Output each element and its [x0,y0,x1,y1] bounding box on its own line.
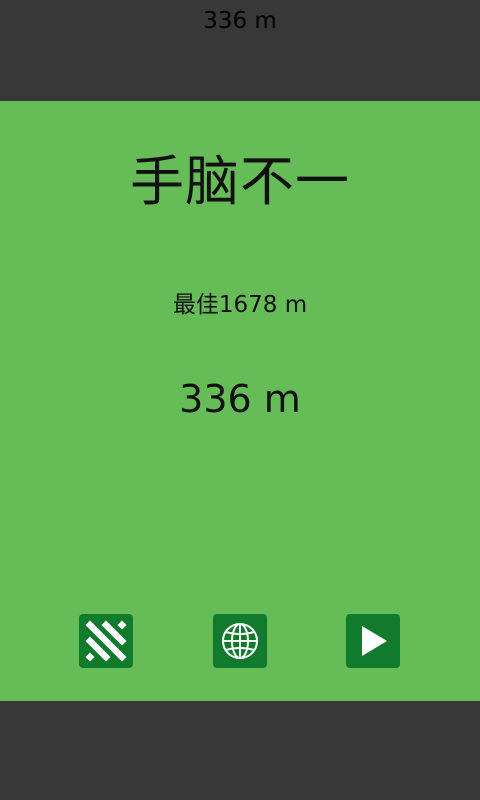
checker-diamond [85,652,95,662]
globe-icon [222,623,258,659]
play-button[interactable] [346,614,400,668]
checker-diamond [117,620,127,630]
play-icon [362,626,387,656]
best-score: 最佳1678 m [172,292,308,318]
globe-button[interactable] [213,614,267,668]
bottom-bar [0,701,480,800]
game-title: 手脑不一 [130,150,350,213]
game-over-panel: 手脑不一 最佳1678 m 336 m [0,101,480,701]
top-bar: 336 m [0,0,480,101]
checkerboard-icon [85,620,127,662]
grid-button[interactable] [79,614,133,668]
top-distance-readout: 336 m [203,8,277,34]
current-score: 336 m [179,377,301,421]
